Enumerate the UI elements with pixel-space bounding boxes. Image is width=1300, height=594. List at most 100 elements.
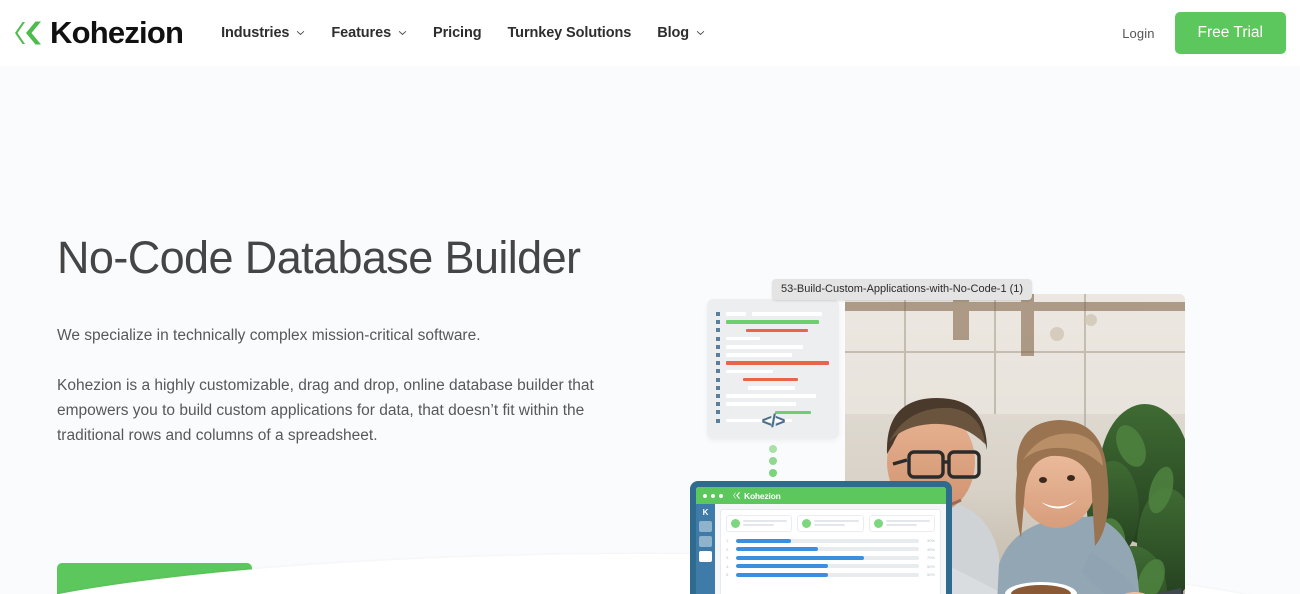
app-sidebar: K — [696, 504, 715, 594]
nav-item-features[interactable]: Features — [331, 25, 407, 41]
code-line — [716, 318, 829, 326]
code-bar — [752, 312, 823, 316]
code-bar — [726, 353, 792, 357]
sidebar-item[interactable] — [699, 521, 712, 532]
nav-item-blog[interactable]: Blog — [657, 25, 705, 41]
row-index: 4. — [726, 563, 730, 569]
bell-icon — [731, 519, 740, 528]
nav-label: Turnkey Solutions — [507, 25, 632, 41]
dashboard-widget[interactable] — [797, 515, 864, 532]
code-bar — [726, 361, 829, 366]
code-line — [716, 326, 829, 334]
widget-placeholder-lines — [743, 519, 788, 528]
code-bar — [726, 385, 742, 390]
code-line — [716, 359, 829, 367]
progress-row: 4. 50% — [726, 564, 935, 569]
dashboard-widget[interactable] — [726, 515, 793, 532]
brand-logo[interactable]: Kohezion — [14, 14, 184, 50]
progress-percent-label: 30% — [926, 538, 935, 543]
code-bullet-icon — [716, 344, 720, 349]
code-bar — [726, 402, 797, 406]
trash-icon — [873, 519, 883, 528]
chevron-down-icon — [398, 30, 407, 36]
progress-percent-label: 45% — [926, 546, 935, 552]
code-bar — [745, 328, 808, 333]
code-line — [716, 376, 829, 384]
nav-label: Blog — [657, 25, 690, 41]
hero-illustration: 53-Build-Custom-Applications-with-No-Cod… — [680, 206, 1240, 594]
code-bullet-icon — [716, 393, 720, 398]
progress-row: 3. 70% — [726, 555, 935, 560]
placeholder-line — [814, 519, 859, 522]
progress-percent-label: 70% — [926, 555, 935, 560]
login-link[interactable]: Login — [1122, 26, 1154, 41]
placeholder-line — [885, 519, 930, 522]
progress-row: 2. 45% — [726, 547, 935, 552]
sidebar-item[interactable] — [699, 536, 712, 547]
nav-item-pricing[interactable]: Pricing — [433, 25, 482, 41]
laptop-screen: Kohezion K 1. 30% 2. 45% 3. 70% 4. 50% 5… — [696, 487, 946, 594]
drag-file-tooltip: 53-Build-Custom-Applications-with-No-Cod… — [772, 279, 1033, 300]
brand-name: Kohezion — [50, 14, 184, 50]
app-body: K 1. 30% 2. 45% 3. 70% 4. 50% 5. 50% — [696, 504, 946, 594]
progress-fill — [736, 555, 865, 560]
code-line — [716, 335, 829, 343]
laptop-body: Kohezion K 1. 30% 2. 45% 3. 70% 4. 50% 5… — [690, 481, 952, 594]
row-index: 2. — [726, 546, 730, 552]
dashboard-panel: 1. 30% 2. 45% 3. 70% 4. 50% 5. 50% — [720, 509, 941, 594]
code-bullet-icon — [716, 320, 720, 325]
code-bullet-icon — [716, 361, 720, 366]
nav-label: Features — [331, 25, 392, 41]
database-icon — [802, 519, 812, 528]
progress-track — [736, 555, 919, 560]
progress-track — [736, 564, 919, 568]
widget-placeholder-lines — [814, 519, 859, 528]
code-line — [716, 310, 829, 318]
progress-percent-label: 50% — [926, 563, 935, 569]
code-bar — [747, 385, 796, 390]
sidebar-logo: K — [702, 508, 709, 517]
widget-row — [726, 515, 935, 532]
page-title: No-Code Database Builder — [57, 232, 581, 283]
nav-item-industries[interactable]: Industries — [221, 25, 305, 41]
code-line — [716, 400, 829, 408]
window-dot — [719, 493, 723, 498]
progress-fill — [736, 538, 791, 543]
code-lines — [716, 310, 829, 425]
code-bullet-icon — [716, 369, 720, 374]
chevron-down-icon — [696, 30, 705, 36]
code-line — [716, 343, 829, 351]
code-line — [716, 392, 829, 400]
code-snippet-card: </> — [707, 299, 839, 439]
chevron-down-icon — [297, 30, 305, 36]
row-index: 5. — [726, 572, 730, 577]
sidebar-item-active[interactable] — [699, 551, 712, 562]
code-bar — [726, 336, 760, 341]
code-bullet-icon — [716, 402, 720, 407]
widget-placeholder-lines — [885, 519, 930, 528]
progress-track — [736, 547, 919, 551]
dashboard-widget[interactable] — [868, 515, 935, 532]
code-line — [716, 351, 829, 359]
code-line — [716, 384, 829, 392]
progress-row: 1. 30% — [726, 538, 935, 543]
row-index: 1. — [726, 538, 730, 543]
hero-copy: No-Code Database Builder We specialize i… — [57, 232, 637, 448]
app-brand: Kohezion — [733, 491, 781, 501]
progress-track — [736, 538, 919, 543]
code-bullet-icon — [716, 312, 720, 317]
placeholder-line — [885, 523, 917, 526]
header-actions: Login Free Trial — [1122, 12, 1286, 54]
hero-paragraph-2: Kohezion is a highly customizable, drag … — [57, 377, 594, 445]
nav-item-turnkey-solutions[interactable]: Turnkey Solutions — [508, 25, 632, 41]
code-bullet-icon — [716, 377, 720, 382]
nav-label: Industries — [221, 25, 290, 41]
code-bar — [726, 377, 738, 382]
header-free-trial-button[interactable]: Free Trial — [1174, 12, 1286, 54]
code-bar — [726, 312, 747, 316]
page-root: Kohezion Industries Features Pricing Tur… — [0, 0, 1300, 594]
app-name: Kohezion — [744, 490, 781, 501]
placeholder-line — [743, 519, 788, 522]
double-chevron-left-icon — [733, 492, 741, 499]
code-bar — [726, 328, 740, 333]
